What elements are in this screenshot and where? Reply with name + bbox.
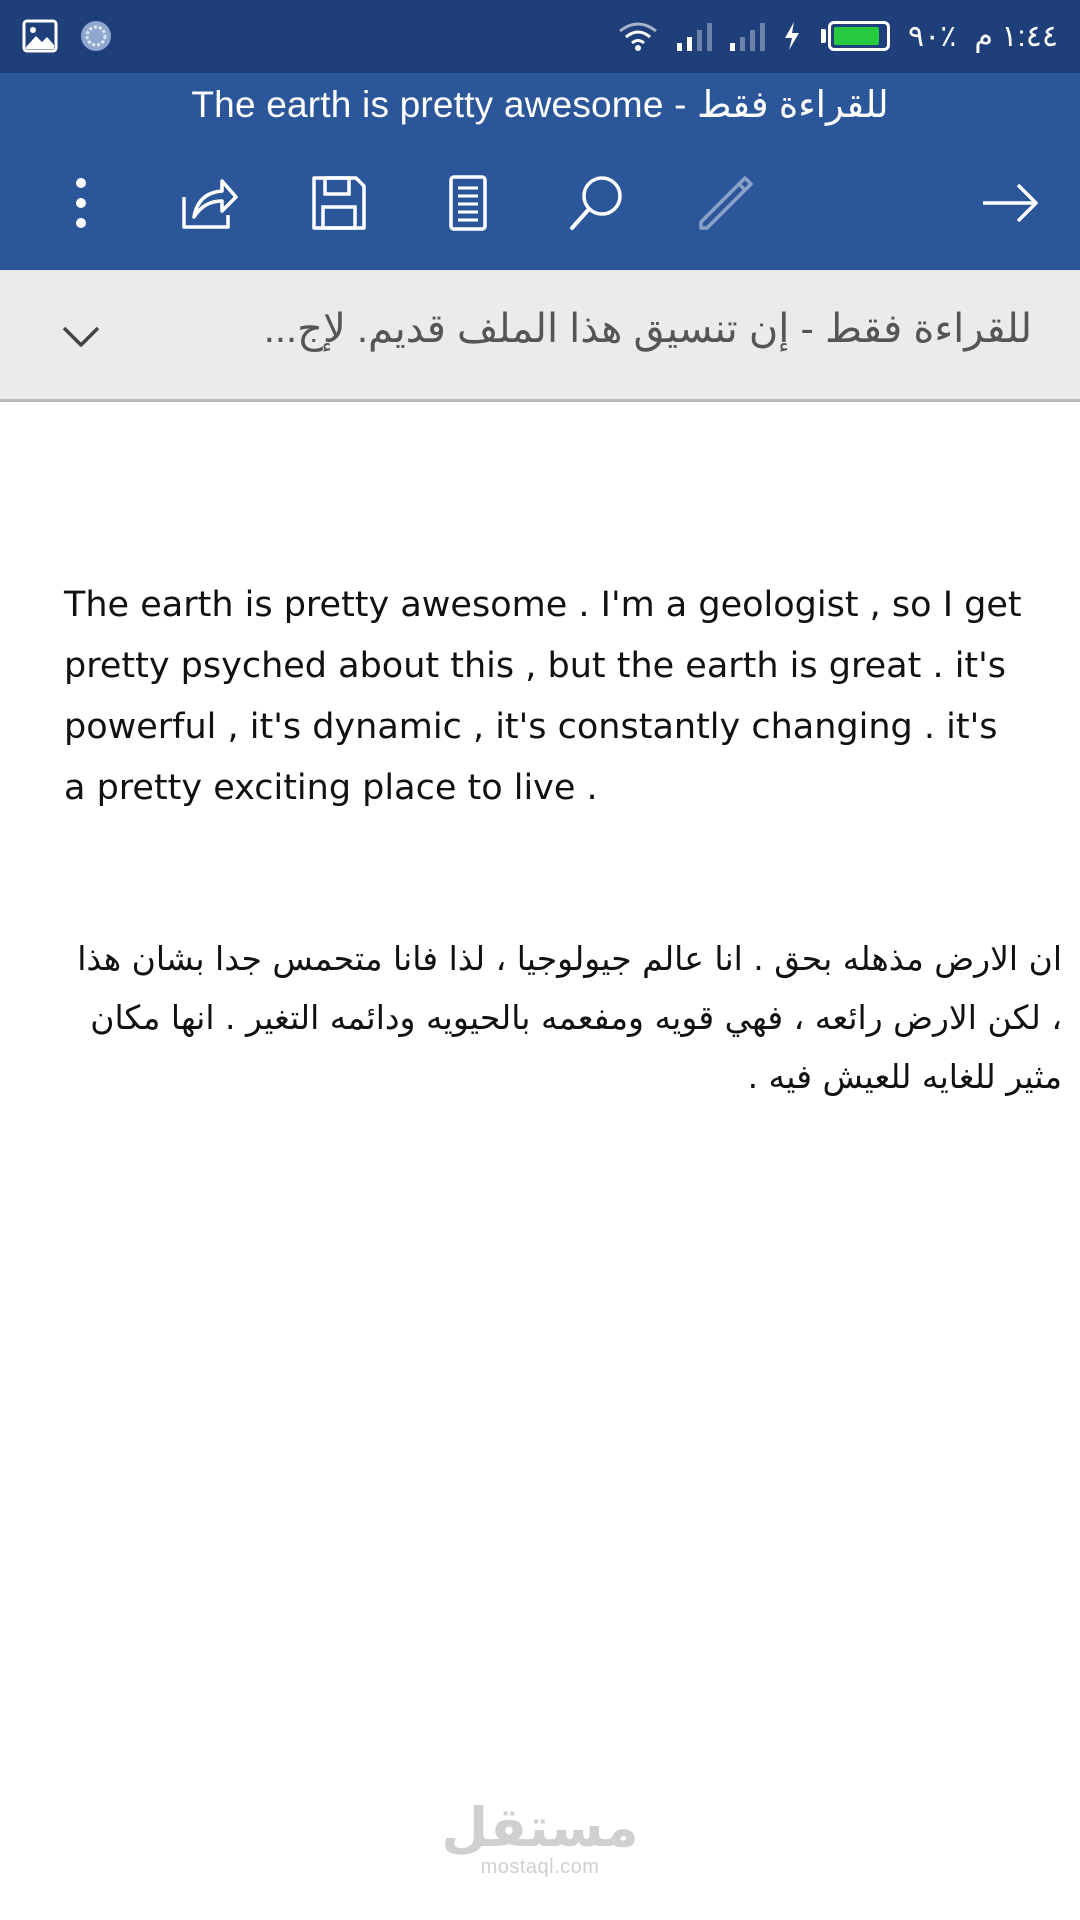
chevron-down-icon[interactable] — [56, 312, 106, 362]
signal-icon-2 — [730, 21, 766, 51]
edit-button[interactable] — [686, 163, 766, 243]
search-button[interactable] — [557, 163, 637, 243]
share-icon — [182, 179, 238, 229]
battery-icon — [819, 21, 891, 51]
save-button[interactable] — [299, 163, 379, 243]
save-icon — [312, 176, 366, 230]
battery-percent: ٩٠٪ — [908, 19, 957, 53]
more-options-button[interactable] — [41, 163, 121, 243]
paragraph-english: The earth is pretty awesome . I'm a geol… — [64, 585, 1022, 808]
status-left — [22, 18, 114, 54]
status-time: ١:٤٤ م — [974, 19, 1058, 53]
status-bar: ٩٠٪ ١:٤٤ م — [0, 0, 1080, 73]
search-icon — [570, 176, 622, 230]
charging-icon — [785, 22, 800, 50]
readonly-banner[interactable]: للقراءة فقط - إن تنسيق هذا الملف قديم. ل… — [0, 270, 1080, 402]
mobile-view-icon — [449, 175, 487, 231]
back-arrow-icon — [983, 183, 1038, 223]
watermark-domain: mostaql.com — [480, 1856, 600, 1878]
share-button[interactable] — [170, 163, 250, 243]
more-options-icon — [76, 178, 86, 228]
watermark-logo: مستقل mostaql.com — [0, 1800, 1080, 1878]
paragraph-arabic: ان الارض مذهله بحق . انا عالم جيولوجيا ،… — [77, 939, 1062, 1096]
signal-icon — [677, 21, 713, 51]
app-bar: The earth is pretty awesome - للقراءة فق… — [0, 73, 1080, 270]
document-title: The earth is pretty awesome - للقراءة فق… — [191, 84, 889, 125]
wifi-icon — [619, 22, 657, 51]
mobile-view-button[interactable] — [428, 163, 508, 243]
gallery-icon — [22, 19, 58, 53]
watermark-name: مستقل — [441, 1798, 639, 1858]
readonly-message: للقراءة فقط - إن تنسيق هذا الملف قديم. ل… — [263, 307, 1032, 351]
app-badge-icon — [81, 21, 111, 51]
status-right: ٩٠٪ ١:٤٤ م — [617, 14, 1058, 58]
edit-icon — [699, 176, 753, 230]
back-button[interactable] — [970, 163, 1050, 243]
document-page[interactable]: The earth is pretty awesome . I'm a geol… — [0, 405, 1080, 1920]
toolbar — [0, 163, 1080, 243]
